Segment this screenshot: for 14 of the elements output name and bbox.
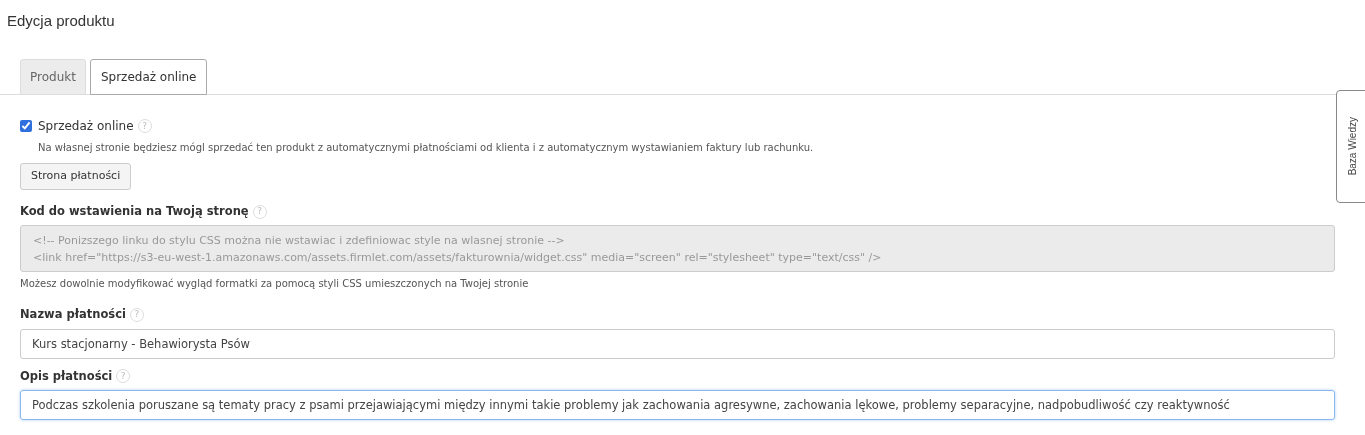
online-sale-checkbox[interactable] xyxy=(20,120,32,132)
page-title: Edycja produktu xyxy=(7,12,116,30)
knowledge-base-tab[interactable]: Baza Wiedzy xyxy=(1336,90,1365,203)
field-label: Nazwa płatności xyxy=(20,306,126,324)
field-label: Kod do wstawienia na Twoją stronę xyxy=(20,203,249,220)
online-sale-description: Na własnej stronie będziesz mógl sprzedać ten produkt z automatycznymi płatnościami od klienta i z automatycznym wystawianiem faktury lub rachunku. xyxy=(38,141,815,155)
embed-code-hint: Możesz dowolnie modyfikować wygląd formatki za pomocą styli CSS umieszczonych na Twojej stronie xyxy=(20,277,530,292)
payment-description-field[interactable]: Podczas szkolenia poruszane są tematy pracy z psami przejawiającymi między innymi takie problemy jak zachowania agresywne, zachowania lękowe, problemy separacyjne, nadpobudliwość czy reaktywność xyxy=(20,389,1335,420)
payment-page-button[interactable]: Strona płatności xyxy=(20,163,132,190)
checkbox-label: Sprzedaż online xyxy=(38,118,134,135)
tab[interactable]: Produkt xyxy=(20,59,86,95)
payment-name-field[interactable]: Kurs stacjonarny - Behawiorysta Psów xyxy=(20,328,1335,359)
field-label: Opis płatności xyxy=(20,367,113,385)
tab[interactable]: Sprzedaż online xyxy=(89,59,208,95)
